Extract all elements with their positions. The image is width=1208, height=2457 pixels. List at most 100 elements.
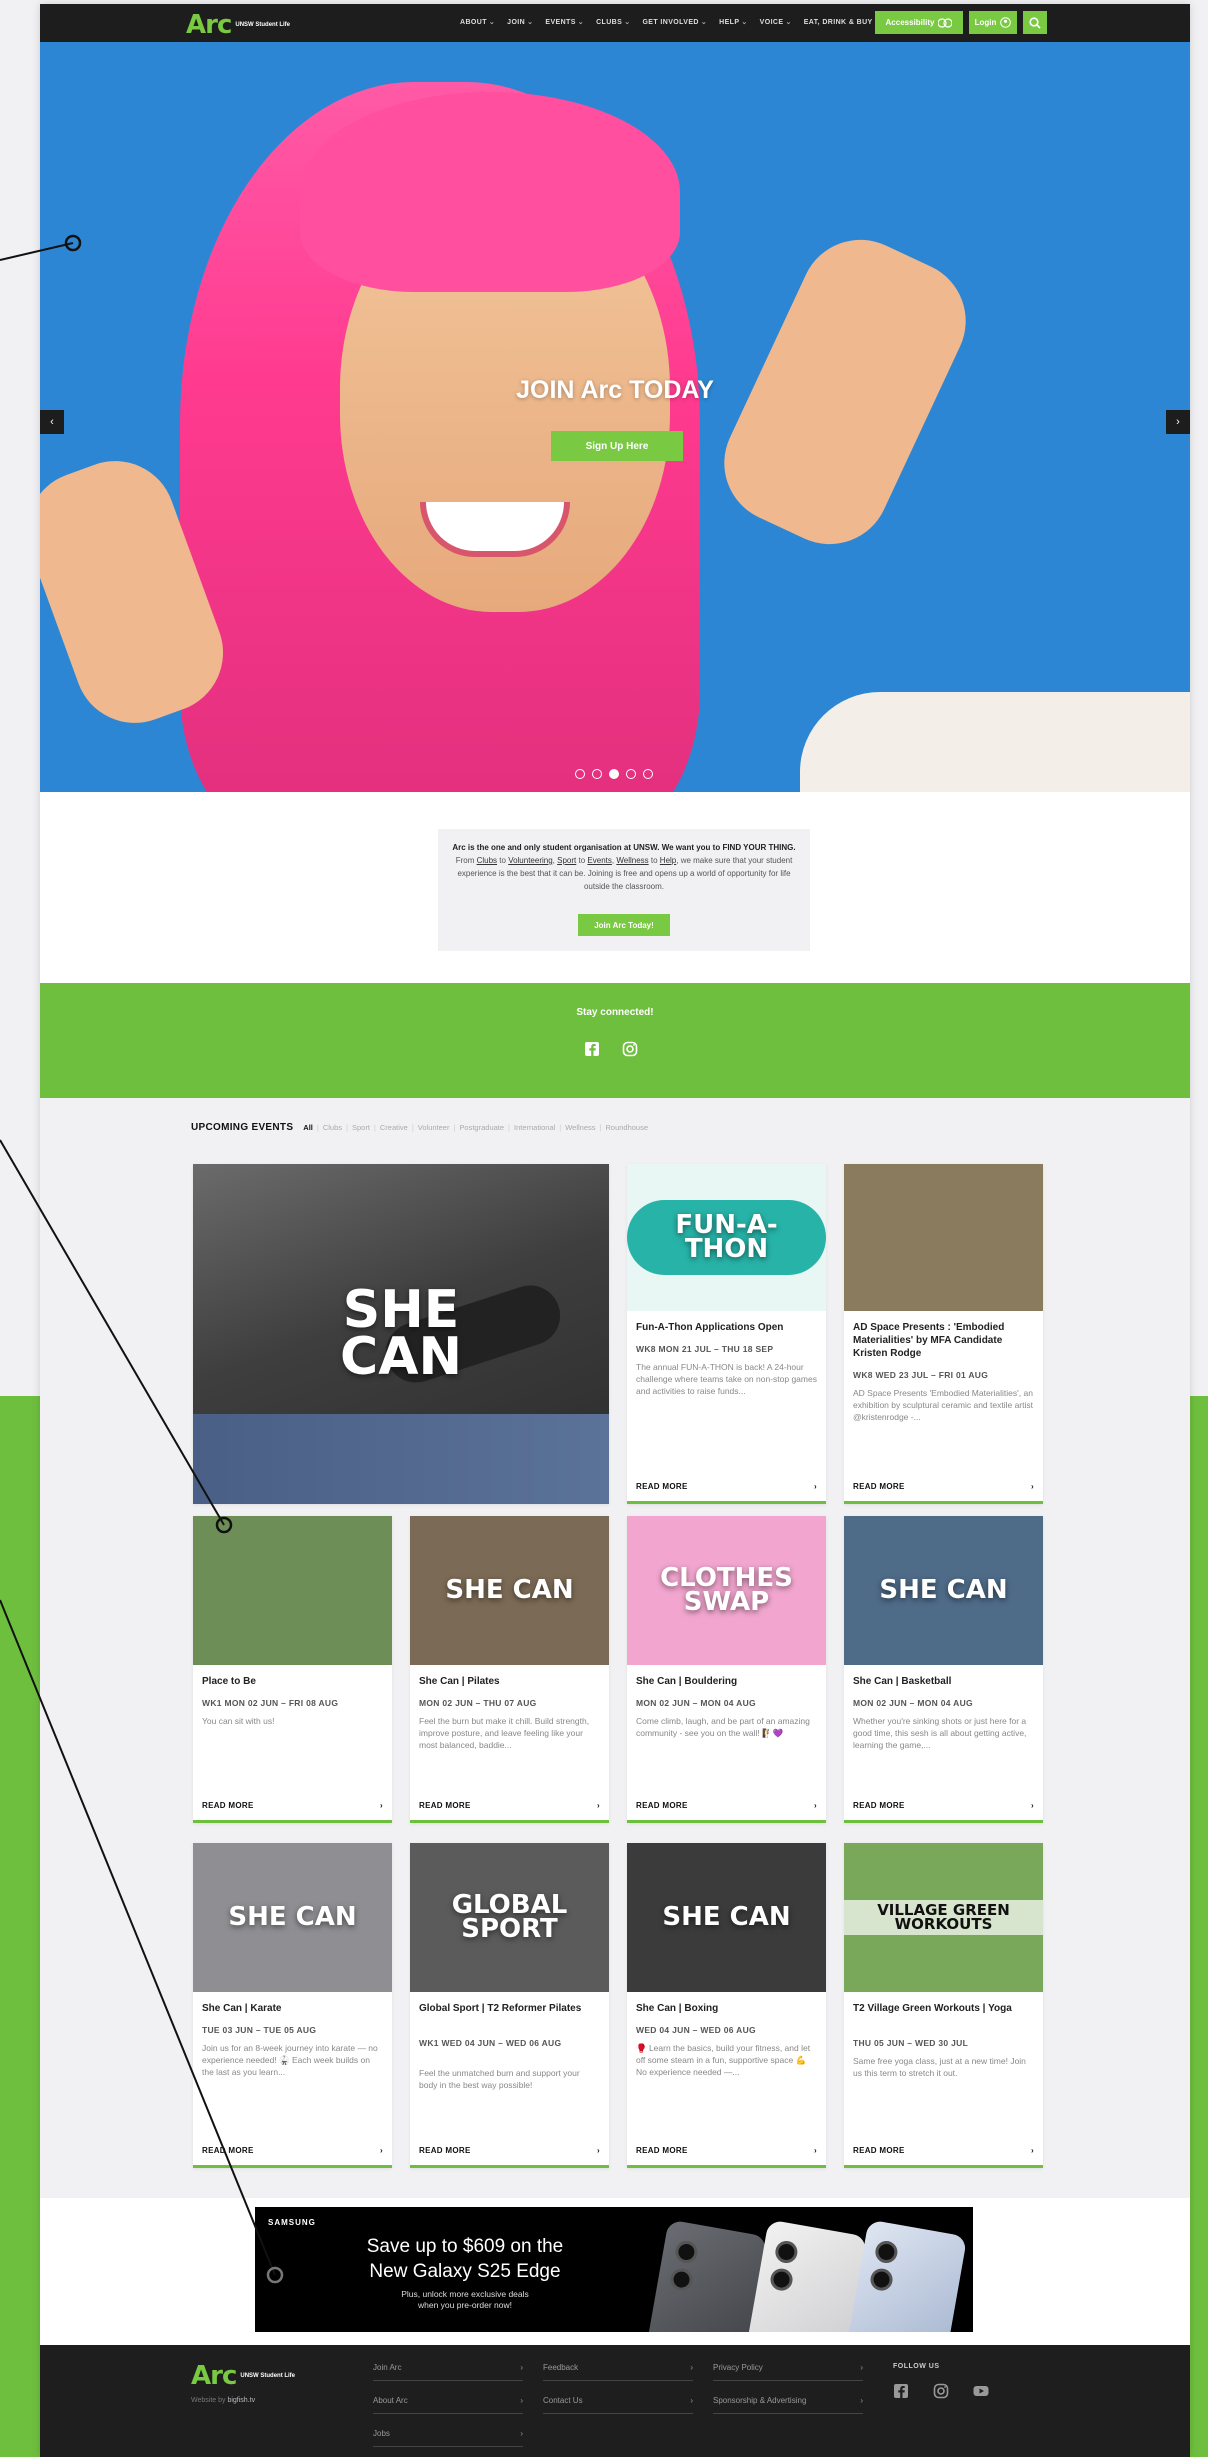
- footer-logo[interactable]: Arc UNSW Student Life: [191, 2361, 295, 2391]
- hero-carousel: JOIN Arc TODAY Sign Up Here ‹ ›: [40, 42, 1190, 792]
- read-more-link[interactable]: READ MORE ›: [202, 1801, 383, 1810]
- login-button[interactable]: Login: [969, 11, 1017, 34]
- instagram-icon[interactable]: [622, 1041, 638, 1057]
- filter-clubs[interactable]: Clubs: [323, 1123, 342, 1132]
- youtube-icon[interactable]: [973, 2383, 989, 2399]
- chevron-down-icon: ⌄: [700, 19, 708, 26]
- event-card-title[interactable]: She Can | Boxing: [636, 2002, 817, 2015]
- filter-international[interactable]: International: [514, 1123, 555, 1132]
- filter-wellness[interactable]: Wellness: [565, 1123, 595, 1132]
- filter-postgraduate[interactable]: Postgraduate: [459, 1123, 504, 1132]
- footer-link-contact-us[interactable]: Contact Us ›: [543, 2388, 693, 2414]
- chevron-right-icon: ›: [814, 1482, 817, 1491]
- nav-eat-drink-buy[interactable]: EAT, DRINK & BUY⌄: [804, 18, 881, 26]
- event-card-title[interactable]: She Can | Pilates: [419, 1675, 600, 1688]
- join-arc-button[interactable]: Join Arc Today!: [578, 914, 670, 936]
- nav-events[interactable]: EVENTS ⌄: [545, 18, 584, 26]
- filter-roundhouse[interactable]: Roundhouse: [605, 1123, 648, 1132]
- event-card-title[interactable]: T2 Village Green Workouts | Yoga: [853, 2002, 1034, 2015]
- website-by: Website by bigfish.tv: [191, 2397, 256, 2404]
- instagram-icon[interactable]: [933, 2383, 949, 2399]
- read-more-link[interactable]: READ MORE ›: [419, 1801, 600, 1810]
- read-more-link[interactable]: READ MORE ›: [853, 1801, 1034, 1810]
- read-more-link[interactable]: READ MORE ›: [853, 1482, 1034, 1491]
- link-help[interactable]: Help: [660, 856, 676, 865]
- footer-link-feedback[interactable]: Feedback ›: [543, 2355, 693, 2381]
- event-card-title[interactable]: AD Space Presents : 'Embodied Materialit…: [853, 1321, 1034, 1360]
- site-logo[interactable]: Arc UNSW Student Life: [186, 10, 290, 40]
- search-button[interactable]: [1023, 11, 1047, 34]
- link-sport[interactable]: Sport: [557, 856, 576, 865]
- event-card-date: TUE 03 JUN – TUE 05 AUG: [202, 2025, 317, 2035]
- event-card[interactable]: CLOTHES SWAP She Can | Bouldering MON 02 J…: [627, 1516, 826, 1823]
- event-card[interactable]: SHE CAN She Can | Pilates MON 02 JUN – THU…: [410, 1516, 609, 1823]
- event-card-title[interactable]: Place to Be: [202, 1675, 383, 1688]
- read-more-link[interactable]: READ MORE ›: [636, 2146, 817, 2155]
- nav-join[interactable]: JOIN ⌄: [507, 18, 533, 26]
- read-more-link[interactable]: READ MORE ›: [636, 1801, 817, 1810]
- event-card-title[interactable]: Fun-A-Thon Applications Open: [636, 1321, 817, 1334]
- carousel-prev-button[interactable]: ‹: [40, 410, 64, 434]
- footer-link-jobs[interactable]: Jobs ›: [373, 2421, 523, 2447]
- event-card[interactable]: SHE CAN She Can | Boxing WED 04 JUN – WED …: [627, 1843, 826, 2168]
- filter-all[interactable]: All: [303, 1123, 313, 1132]
- footer-link-sponsorship[interactable]: Sponsorship & Advertising ›: [713, 2388, 863, 2414]
- read-more-link[interactable]: READ MORE ›: [636, 1482, 817, 1491]
- chevron-down-icon: ⌄: [577, 19, 585, 26]
- read-more-label: READ MORE: [636, 2146, 688, 2155]
- read-more-link[interactable]: READ MORE ›: [419, 2146, 600, 2155]
- samsung-ad-banner[interactable]: SAMSUNG Save up to $609 on the New Galax…: [255, 2207, 973, 2332]
- accessibility-button[interactable]: Accessibility: [875, 11, 963, 34]
- facebook-icon[interactable]: [893, 2383, 909, 2399]
- event-card[interactable]: VILLAGE GREEN WORKOUTS T2 Village Green W…: [844, 1843, 1043, 2168]
- carousel-dot[interactable]: [643, 769, 653, 779]
- event-card[interactable]: AD Space Presents : 'Embodied Materialit…: [844, 1164, 1043, 1504]
- footer-link-about-arc[interactable]: About Arc ›: [373, 2388, 523, 2414]
- event-card-title[interactable]: She Can | Karate: [202, 2002, 383, 2015]
- filter-creative[interactable]: Creative: [380, 1123, 408, 1132]
- carousel-next-button[interactable]: ›: [1166, 410, 1190, 434]
- footer-link-privacy[interactable]: Privacy Policy ›: [713, 2355, 863, 2381]
- carousel-dot-active[interactable]: [609, 769, 619, 779]
- event-card-description: AD Space Presents 'Embodied Materialitie…: [853, 1388, 1033, 1422]
- nav-about[interactable]: ABOUT ⌄: [460, 18, 495, 26]
- nav-clubs[interactable]: CLUBS ⌄: [596, 18, 630, 26]
- carousel-dot[interactable]: [626, 769, 636, 779]
- event-card-title[interactable]: Global Sport | T2 Reformer Pilates: [419, 2002, 600, 2015]
- main-nav: ABOUT ⌄ JOIN ⌄ EVENTS ⌄ CLUBS ⌄ GET INVOLVED…: [460, 18, 881, 26]
- hero-signup-button[interactable]: Sign Up Here: [551, 431, 683, 461]
- social-links: [584, 1041, 638, 1057]
- nav-help[interactable]: HELP ⌄: [719, 18, 748, 26]
- event-card[interactable]: Place to Be WK1 MON 02 JUN – FRI 08 AUG Yo…: [193, 1516, 392, 1823]
- link-clubs[interactable]: Clubs: [477, 856, 497, 865]
- event-card-title[interactable]: She Can | Basketball: [853, 1675, 1034, 1688]
- carousel-dot[interactable]: [575, 769, 585, 779]
- link-events[interactable]: Events: [587, 856, 611, 865]
- carousel-dot[interactable]: [592, 769, 602, 779]
- chevron-down-icon: ⌄: [488, 19, 496, 26]
- event-card-title[interactable]: She Can | Bouldering: [636, 1675, 817, 1688]
- nav-voice[interactable]: VOICE ⌄: [760, 18, 792, 26]
- event-card-image-label: SHE CAN: [228, 1901, 357, 1932]
- upcoming-events-section: UPCOMING EVENTS All | Clubs | Sport | Creat…: [40, 1098, 1190, 2198]
- follow-us-label: FOLLOW US: [893, 2363, 940, 2370]
- nav-get-involved[interactable]: GET INVOLVED ⌄: [642, 18, 707, 26]
- event-card[interactable]: FUN-A-THON Fun-A-Thon Applications Open WK…: [627, 1164, 826, 1504]
- featured-event-card[interactable]: SHE CAN: [193, 1164, 609, 1504]
- read-more-label: READ MORE: [202, 1801, 254, 1810]
- event-card-image-label: SHE CAN: [879, 1574, 1008, 1605]
- footer-link-join-arc[interactable]: Join Arc ›: [373, 2355, 523, 2381]
- event-card[interactable]: GLOBAL SPORT Global Sport | T2 Reformer P…: [410, 1843, 609, 2168]
- read-more-link[interactable]: READ MORE ›: [202, 2146, 383, 2155]
- event-card[interactable]: SHE CAN She Can | Basketball MON 02 JUN – …: [844, 1516, 1043, 1823]
- hero-title: JOIN Arc TODAY: [516, 376, 714, 404]
- read-more-link[interactable]: READ MORE ›: [853, 2146, 1034, 2155]
- event-card[interactable]: SHE CAN She Can | Karate TUE 03 JUN – TUE …: [193, 1843, 392, 2168]
- website-by-link[interactable]: bigfish.tv: [227, 2397, 255, 2404]
- link-wellness[interactable]: Wellness: [616, 856, 648, 865]
- filter-volunteer[interactable]: Volunteer: [418, 1123, 450, 1132]
- link-volunteering[interactable]: Volunteering: [508, 856, 552, 865]
- chevron-right-icon: ›: [520, 2429, 523, 2438]
- filter-sport[interactable]: Sport: [352, 1123, 370, 1132]
- facebook-icon[interactable]: [584, 1041, 600, 1057]
